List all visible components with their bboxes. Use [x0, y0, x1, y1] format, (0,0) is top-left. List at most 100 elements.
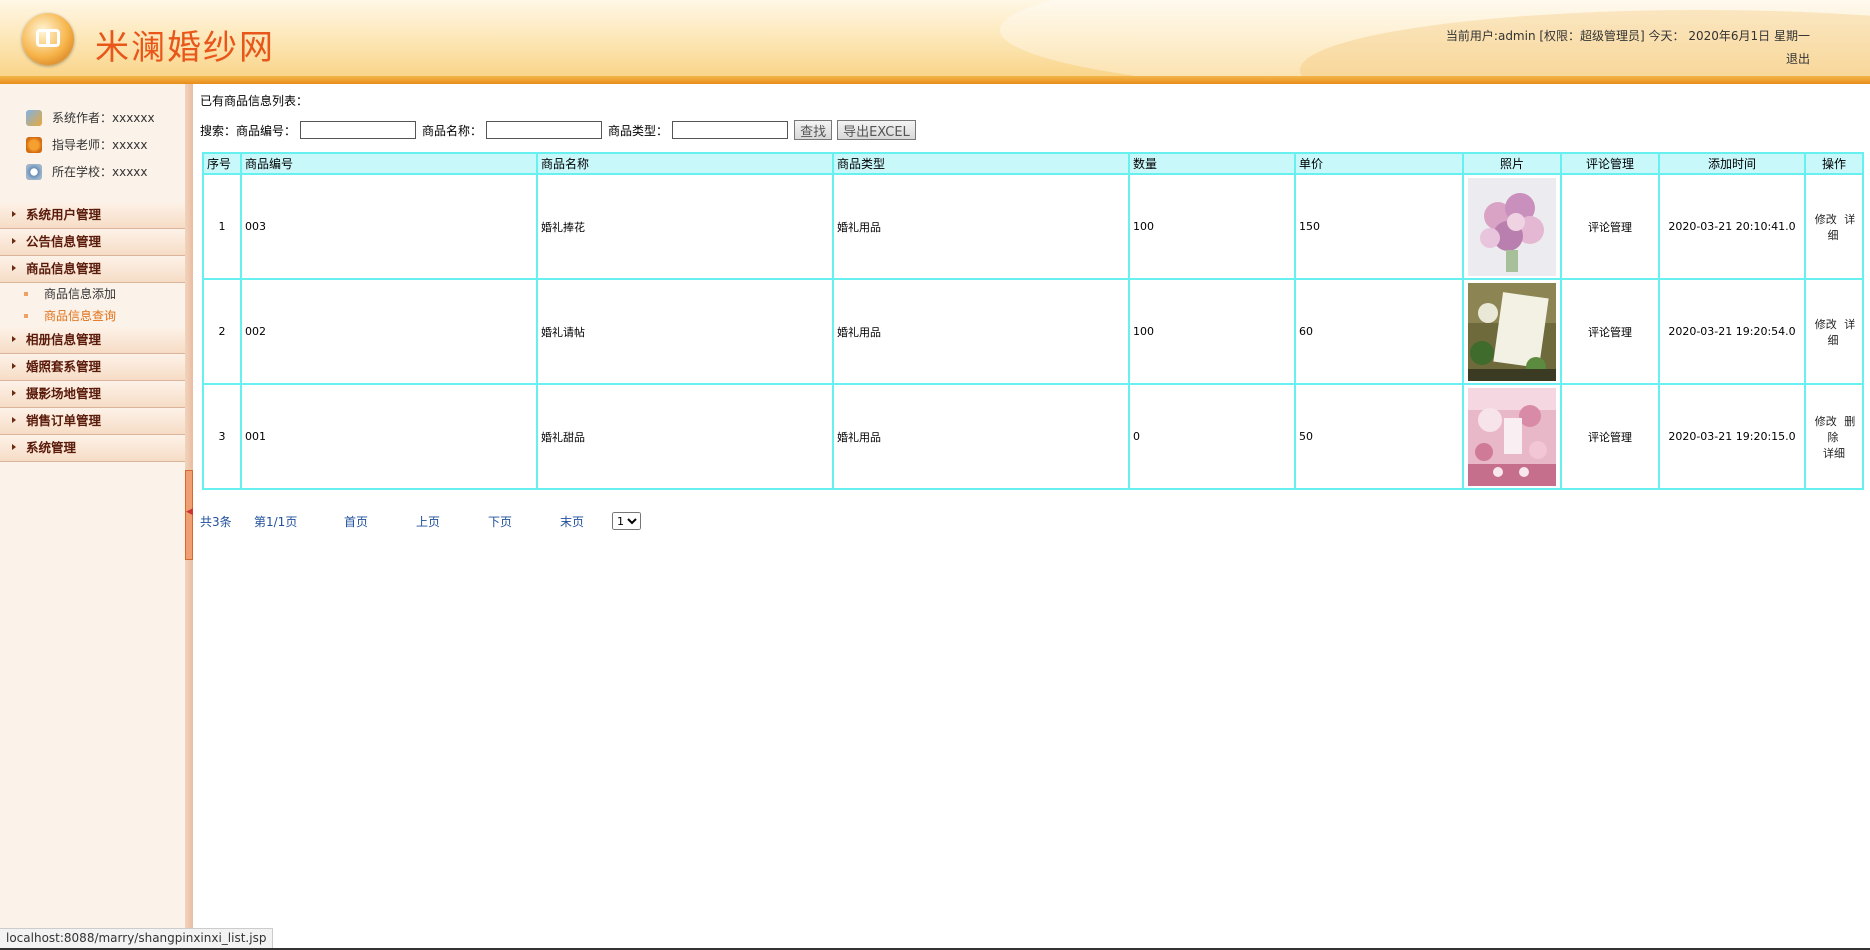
cell-price: 60 — [1294, 278, 1464, 385]
detail-link[interactable]: 详细 — [1823, 447, 1845, 460]
menu-albums[interactable]: 相册信息管理 — [0, 327, 185, 354]
user-icon — [26, 109, 42, 126]
cell-name: 婚礼请帖 — [536, 278, 834, 385]
cell-type: 婚礼用品 — [832, 173, 1130, 280]
user-info: 当前用户:admin [权限：超级管理员] 今天： 2020年6月1日 星期一 … — [1446, 25, 1810, 71]
edit-link[interactable]: 修改 — [1815, 213, 1837, 226]
type-label: 商品类型： — [608, 123, 669, 138]
cell-no: 1 — [202, 173, 242, 280]
chevron-left-icon: ◀ — [186, 507, 193, 517]
cell-name: 婚礼捧花 — [536, 173, 834, 280]
page-select[interactable]: 1 — [612, 512, 641, 530]
cell-ops: 修改 详细 — [1804, 173, 1864, 280]
info-teacher: 指导老师：xxxxx — [26, 131, 155, 158]
logout-link[interactable]: 退出 — [1786, 52, 1810, 66]
browser-status-url: localhost:8088/marry/shangpinxinxi_list.… — [0, 928, 274, 949]
cell-qty: 0 — [1128, 383, 1296, 490]
total-count: 共3条 — [200, 514, 232, 529]
col-time: 添加时间 — [1658, 152, 1806, 175]
bouquet-photo[interactable] — [1468, 177, 1556, 276]
site-title: 米澜婚纱网 — [95, 28, 275, 68]
cell-qty: 100 — [1128, 173, 1296, 280]
table-header-row: 序号 商品编号 商品名称 商品类型 数量 单价 照片 评论管理 添加时间 操作 — [202, 152, 1864, 175]
col-no: 序号 — [202, 152, 242, 175]
menu-orders[interactable]: 销售订单管理 — [0, 408, 185, 435]
product-name-input[interactable] — [486, 121, 603, 139]
invitation-photo[interactable] — [1468, 282, 1556, 381]
comment-link[interactable]: 评论管理 — [1560, 278, 1660, 385]
cell-time: 2020-03-21 19:20:15.0 — [1658, 383, 1806, 490]
edit-link[interactable]: 修改 — [1815, 415, 1837, 428]
next-page-link[interactable]: 下页 — [488, 513, 560, 530]
system-info: 系统作者：xxxxxx 指导老师：xxxxx 所在学校：xxxxx — [26, 104, 155, 185]
col-price: 单价 — [1294, 152, 1464, 175]
edit-link[interactable]: 修改 — [1815, 318, 1837, 331]
cell-ops: 修改 详细 — [1804, 278, 1864, 385]
menu-system[interactable]: 系统管理 — [0, 435, 185, 462]
list-title: 已有商品信息列表： — [200, 94, 309, 108]
cell-time: 2020-03-21 20:10:41.0 — [1658, 173, 1806, 280]
cell-no: 2 — [202, 278, 242, 385]
col-ops: 操作 — [1804, 152, 1864, 175]
pagination: 共3条 第1/1页 首页 上页 下页 末页 1 — [200, 512, 641, 530]
cell-price: 50 — [1294, 383, 1464, 490]
product-type-input[interactable] — [672, 121, 789, 139]
info-teacher-text: 指导老师：xxxxx — [52, 138, 148, 152]
code-label: 商品编号： — [236, 123, 297, 138]
menu-products[interactable]: 商品信息管理 — [0, 256, 185, 283]
menu-photo-packages[interactable]: 婚照套系管理 — [0, 354, 185, 381]
find-button[interactable]: 查找 — [794, 120, 833, 140]
col-type: 商品类型 — [832, 152, 1130, 175]
table-row: 3 001 婚礼甜品 婚礼用品 0 50 评论管理 2020-03-21 19:… — [202, 383, 1864, 490]
cell-type: 婚礼用品 — [832, 278, 1130, 385]
cell-photo — [1462, 278, 1562, 385]
prev-page-link[interactable]: 上页 — [416, 513, 488, 530]
comment-link[interactable]: 评论管理 — [1560, 173, 1660, 280]
cell-code: 002 — [240, 278, 538, 385]
col-comment: 评论管理 — [1560, 152, 1660, 175]
cell-no: 3 — [202, 383, 242, 490]
cell-code: 003 — [240, 173, 538, 280]
cell-type: 婚礼用品 — [832, 383, 1130, 490]
sidebar-collapse-handle[interactable]: ◀ — [185, 470, 193, 560]
cell-photo — [1462, 173, 1562, 280]
cell-qty: 100 — [1128, 278, 1296, 385]
search-label: 搜索： — [200, 123, 237, 138]
search-bar: 搜索： 商品编号： 商品名称： 商品类型： 查找 导出EXCEL — [200, 119, 921, 141]
page-indicator: 第1/1页 — [254, 514, 298, 529]
first-page-link[interactable]: 首页 — [344, 513, 416, 530]
product-code-input[interactable] — [300, 121, 417, 139]
header-bar — [0, 76, 1870, 84]
menu-system-users[interactable]: 系统用户管理 — [0, 202, 185, 229]
cell-name: 婚礼甜品 — [536, 383, 834, 490]
menu-venues[interactable]: 摄影场地管理 — [0, 381, 185, 408]
info-school: 所在学校：xxxxx — [26, 158, 155, 185]
name-label: 商品名称： — [422, 123, 483, 138]
col-name: 商品名称 — [536, 152, 834, 175]
last-page-link[interactable]: 末页 — [560, 513, 608, 530]
submenu-product-add[interactable]: 商品信息添加 — [0, 283, 185, 305]
comment-link[interactable]: 评论管理 — [1560, 383, 1660, 490]
school-icon — [26, 163, 42, 180]
sidebar: 系统作者：xxxxxx 指导老师：xxxxx 所在学校：xxxxx 系统用户管理… — [0, 84, 185, 950]
col-photo: 照片 — [1462, 152, 1562, 175]
cell-ops: 修改 删除 详细 — [1804, 383, 1864, 490]
sidebar-menu: 系统用户管理 公告信息管理 商品信息管理 商品信息添加 商品信息查询 相册信息管… — [0, 202, 185, 462]
current-user-text: 当前用户:admin [权限：超级管理员] 今天： 2020年6月1日 星期一 — [1445, 29, 1810, 43]
info-author: 系统作者：xxxxxx — [26, 104, 155, 131]
info-author-text: 系统作者：xxxxxx — [52, 111, 155, 125]
cell-price: 150 — [1294, 173, 1464, 280]
table-row: 2 002 婚礼请帖 婚礼用品 100 60 评论管理 2020-03-21 1… — [202, 278, 1864, 385]
menu-notices[interactable]: 公告信息管理 — [0, 229, 185, 256]
cell-time: 2020-03-21 19:20:54.0 — [1658, 278, 1806, 385]
dessert-photo[interactable] — [1468, 387, 1556, 486]
cell-photo — [1462, 383, 1562, 490]
teacher-icon — [26, 136, 42, 153]
col-code: 商品编号 — [240, 152, 538, 175]
export-excel-button[interactable]: 导出EXCEL — [837, 120, 916, 140]
header: 米澜婚纱网 当前用户:admin [权限：超级管理员] 今天： 2020年6月1… — [0, 0, 1870, 76]
info-school-text: 所在学校：xxxxx — [52, 165, 148, 179]
submenu-product-query[interactable]: 商品信息查询 — [0, 305, 185, 327]
table-row: 1 003 婚礼捧花 婚礼用品 100 150 评论管理 2020-03-21 … — [202, 173, 1864, 280]
cell-code: 001 — [240, 383, 538, 490]
